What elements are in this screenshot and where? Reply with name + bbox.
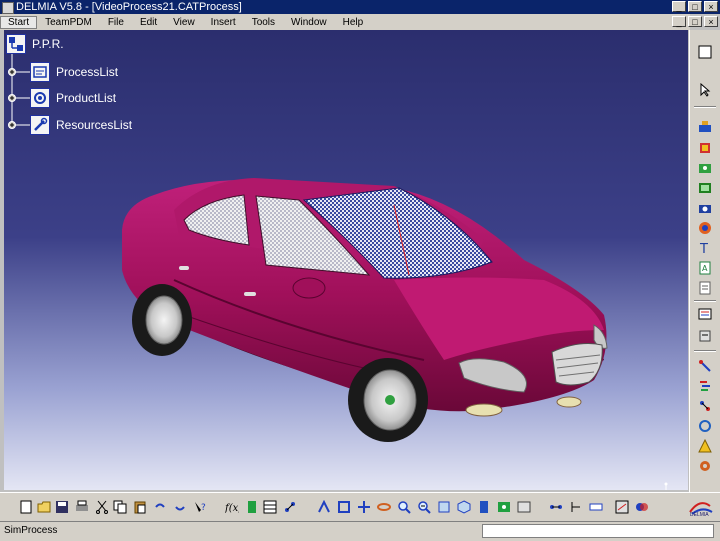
fly-icon[interactable] <box>316 499 332 515</box>
fasten-icon[interactable] <box>697 160 713 176</box>
list-icon[interactable] <box>697 306 713 322</box>
shading-icon[interactable] <box>476 499 492 515</box>
paste-icon[interactable] <box>132 499 148 515</box>
status-text: SimProcess <box>4 525 58 536</box>
window-controls: _ □ × <box>672 1 718 13</box>
menu-file[interactable]: File <box>100 17 132 28</box>
menu-edit[interactable]: Edit <box>132 17 165 28</box>
rotate-view-icon[interactable] <box>376 499 392 515</box>
tree-expand-icon[interactable] <box>697 398 713 414</box>
menu-start[interactable]: Start <box>0 15 38 29</box>
fit-all-icon[interactable] <box>336 499 352 515</box>
window-title: DELMIA V5.8 - [VideoProcess21.CATProcess… <box>16 1 242 13</box>
toolbar-separator <box>694 350 716 352</box>
tree-icon[interactable] <box>568 499 584 515</box>
link-icon[interactable] <box>697 358 713 374</box>
hide-show-icon[interactable] <box>496 499 512 515</box>
warning-icon[interactable] <box>697 438 713 454</box>
normal-view-icon[interactable] <box>436 499 452 515</box>
copy-icon[interactable] <box>112 499 128 515</box>
gantt-icon[interactable] <box>697 378 713 394</box>
measure-icon[interactable] <box>588 499 604 515</box>
crane-icon[interactable] <box>697 118 713 134</box>
zoom-out-icon[interactable] <box>416 499 432 515</box>
rotate-icon[interactable] <box>697 418 713 434</box>
table-icon[interactable] <box>262 499 278 515</box>
document-window-controls: _ □ × <box>672 16 718 27</box>
redo-icon[interactable] <box>172 499 188 515</box>
compass-axis-icon[interactable] <box>654 480 678 490</box>
bottom-toolbar: ? f(x) <box>0 492 720 521</box>
close-button[interactable]: × <box>704 1 718 12</box>
print-icon[interactable] <box>74 499 90 515</box>
car-model[interactable] <box>4 30 688 490</box>
simulation-icon[interactable] <box>697 220 713 236</box>
right-toolbar-icon-0[interactable] <box>697 44 713 60</box>
robot-icon[interactable] <box>697 140 713 156</box>
svg-text:T: T <box>699 242 708 255</box>
cut-icon[interactable] <box>94 499 110 515</box>
help-icon[interactable]: ? <box>192 499 208 515</box>
toolbar-separator <box>694 106 716 108</box>
clash-icon[interactable] <box>634 499 650 515</box>
status-bar: SimProcess <box>0 521 720 541</box>
app-icon[interactable] <box>2 2 14 14</box>
menu-window[interactable]: Window <box>283 17 335 28</box>
select-arrow-icon[interactable] <box>697 82 713 98</box>
doc-icon[interactable] <box>697 280 713 296</box>
iso-view-icon[interactable] <box>456 499 472 515</box>
formula-icon[interactable]: f(x) <box>224 499 240 515</box>
doc-maximize-button[interactable]: □ <box>688 16 702 27</box>
3d-viewport[interactable]: P.P.R. ProcessList ProductList Resources… <box>4 30 688 490</box>
annotation-icon[interactable]: A <box>697 260 713 276</box>
text-icon[interactable]: T <box>697 240 713 256</box>
save-icon[interactable] <box>54 499 70 515</box>
right-toolbar: T A <box>689 30 720 492</box>
camera-icon[interactable] <box>697 200 713 216</box>
title-bar: DELMIA V5.8 - [VideoProcess21.CATProcess… <box>0 0 720 14</box>
svg-text:f(x): f(x) <box>225 503 239 514</box>
open-icon[interactable] <box>36 499 52 515</box>
toolbar-separator <box>694 300 716 302</box>
svg-text:?: ? <box>201 503 206 513</box>
menu-tools[interactable]: Tools <box>244 17 283 28</box>
network-icon[interactable] <box>548 499 564 515</box>
sequence-icon[interactable] <box>697 328 713 344</box>
doc-close-button[interactable]: × <box>704 16 718 27</box>
doc-minimize-button[interactable]: _ <box>672 16 686 27</box>
pan-icon[interactable] <box>356 499 372 515</box>
swap-visible-icon[interactable] <box>516 499 532 515</box>
catalog-icon[interactable] <box>244 499 260 515</box>
minimize-button[interactable]: _ <box>672 1 686 12</box>
menu-teampdm[interactable]: TeamPDM <box>37 17 100 28</box>
command-input[interactable] <box>482 524 714 538</box>
undo-icon[interactable] <box>152 499 168 515</box>
analyze-icon[interactable] <box>614 499 630 515</box>
zoom-in-icon[interactable] <box>396 499 412 515</box>
menu-view[interactable]: View <box>165 17 203 28</box>
gear-icon[interactable] <box>697 458 713 474</box>
new-icon[interactable] <box>18 499 34 515</box>
svg-text:A: A <box>702 264 708 273</box>
logo-text: DELMIA <box>690 512 709 518</box>
graph-icon[interactable] <box>282 499 298 515</box>
part-library-icon[interactable] <box>697 180 713 196</box>
menu-bar: Start TeamPDM File Edit View Insert Tool… <box>0 14 690 30</box>
menu-help[interactable]: Help <box>335 17 372 28</box>
menu-insert[interactable]: Insert <box>203 17 244 28</box>
maximize-button[interactable]: □ <box>688 1 702 12</box>
